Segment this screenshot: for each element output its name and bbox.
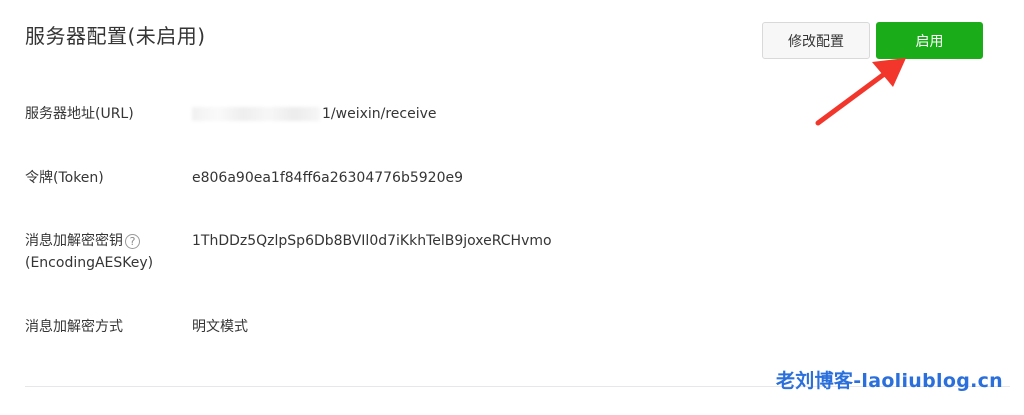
aes-key-label: 消息加解密密钥? (EncodingAESKey) [25,230,153,274]
url-label: 服务器地址(URL) [25,106,134,122]
red-arrow-annotation [815,58,906,126]
token-label: 令牌(Token) [25,170,104,186]
server-config-page: 服务器配置(未启用) 修改配置 启用 服务器地址(URL) 1/weixin/r… [0,0,1024,415]
aes-key-label-line2: (EncodingAESKey) [25,255,154,271]
aes-key-label-line1: 消息加解密密钥 [25,233,123,249]
token-value: e806a90ea1f84ff6a26304776b5920e9 [192,170,463,186]
edit-config-button[interactable]: 修改配置 [762,22,870,59]
help-icon[interactable]: ? [125,233,140,249]
aes-key-value: 1ThDDz5QzlpSp6Db8BVIl0d7iKkhTelB9joxeRCH… [192,233,552,249]
url-value: 1/weixin/receive [192,103,437,125]
encryption-mode-value: 明文模式 [192,319,248,335]
redacted-url-prefix [192,107,320,121]
page-title: 服务器配置(未启用) [25,24,206,48]
encryption-mode-label: 消息加解密方式 [25,319,123,335]
watermark: 老刘博客-laoliublog.cn [776,370,1003,392]
enable-button[interactable]: 启用 [876,22,983,59]
url-value-text: 1/weixin/receive [322,106,437,122]
